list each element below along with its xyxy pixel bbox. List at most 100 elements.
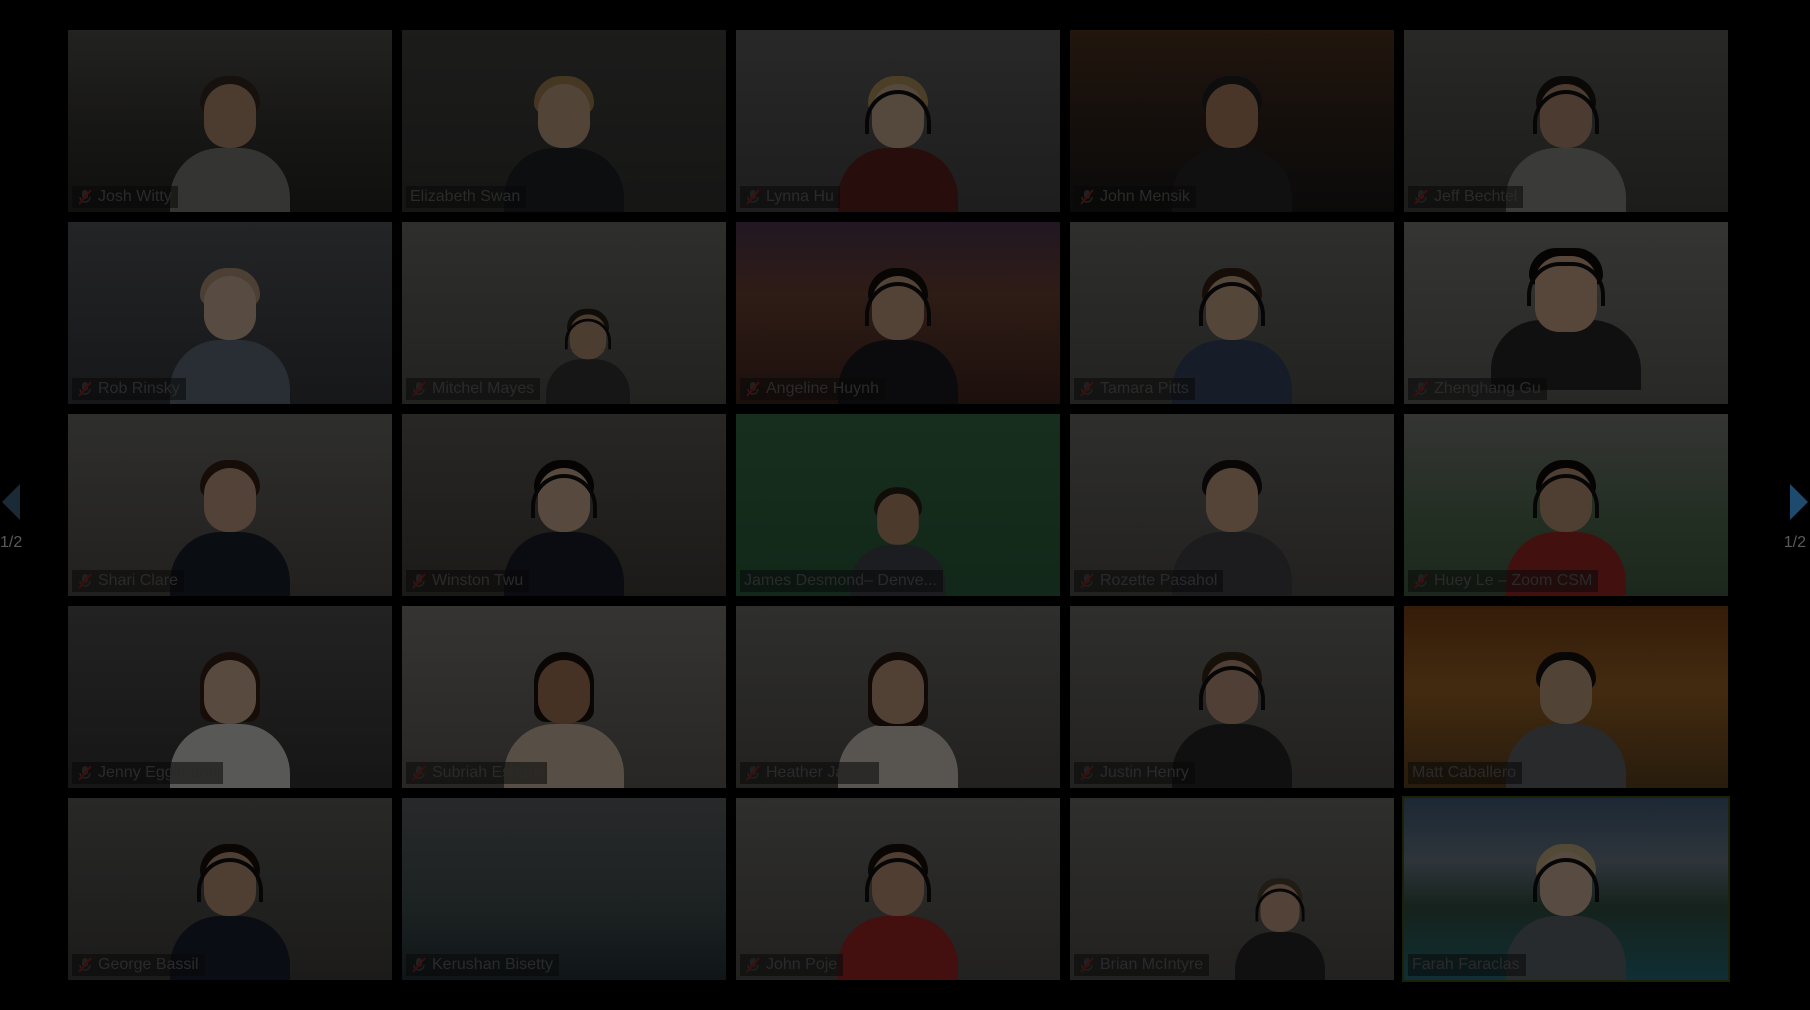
muted-mic-icon [412, 381, 426, 397]
participant-nameplate: Zhenghang Gu [1408, 378, 1547, 400]
participant-nameplate: John Mensik [1074, 186, 1196, 208]
participant-nameplate: Mitchel Mayes [406, 378, 541, 400]
participant-tile[interactable]: Brian McIntyre [1070, 798, 1394, 980]
muted-mic-icon [746, 189, 760, 205]
participant-tile[interactable]: James Desmond– Denve... [736, 414, 1060, 596]
participant-nameplate: Jeff Bechtel [1408, 186, 1524, 208]
participant-video [838, 62, 958, 212]
muted-mic-icon [78, 573, 92, 589]
muted-mic-icon [78, 957, 92, 973]
participant-tile[interactable]: Matt Caballero [1404, 606, 1728, 788]
participant-name: Rozette Pasahol [1100, 572, 1218, 589]
participant-nameplate: Matt Caballero [1408, 762, 1523, 784]
muted-mic-icon [1414, 573, 1428, 589]
participant-nameplate: Winston Twu [406, 570, 530, 592]
participant-nameplate: George Bassil [72, 954, 205, 976]
participant-tile[interactable]: Justin Henry [1070, 606, 1394, 788]
participant-name: Josh Witty [98, 188, 172, 205]
participant-tile[interactable]: Elizabeth Swan [402, 30, 726, 212]
participant-tile[interactable]: Jenny Eggimann [68, 606, 392, 788]
video-gallery-grid: Josh Witty Elizabeth Swan Lynna Hu John … [68, 30, 1730, 982]
participant-nameplate: Brian McIntyre [1074, 954, 1210, 976]
participant-tile[interactable]: Tamara Pitts [1070, 222, 1394, 404]
page-indicator-right: 1/2 [1783, 534, 1806, 551]
participant-nameplate: Shari Clare [72, 570, 185, 592]
participant-tile[interactable]: Kerushan Bisetty [402, 798, 726, 980]
participant-nameplate: Elizabeth Swan [406, 186, 527, 208]
participant-nameplate: Farah Faraclas [1408, 954, 1526, 976]
participant-nameplate: Huey Le – Zoom CSM [1408, 570, 1599, 592]
participant-tile[interactable]: Rob Rinsky [68, 222, 392, 404]
participant-nameplate: Rob Rinsky [72, 378, 186, 400]
muted-mic-icon [1080, 765, 1094, 781]
participant-nameplate: Rozette Pasahol [1074, 570, 1224, 592]
participant-tile-active-speaker[interactable]: Farah Faraclas [1402, 796, 1730, 982]
participant-name: Mitchel Mayes [432, 380, 535, 397]
muted-mic-icon [78, 765, 92, 781]
muted-mic-icon [1080, 189, 1094, 205]
participant-tile[interactable]: Subriah Esharc [402, 606, 726, 788]
participant-name: Tamara Pitts [1100, 380, 1189, 397]
participant-nameplate: Tamara Pitts [1074, 378, 1195, 400]
participant-nameplate: Angeline Huynh [740, 378, 885, 400]
participant-video [1506, 62, 1626, 212]
participant-nameplate: Heather Jarrett [740, 762, 879, 784]
participant-tile[interactable]: Josh Witty [68, 30, 392, 212]
participant-tile[interactable]: John Poje [736, 798, 1060, 980]
muted-mic-icon [746, 765, 760, 781]
participant-video [546, 299, 630, 404]
muted-mic-icon [78, 381, 92, 397]
participant-name: Lynna Hu [766, 188, 834, 205]
participant-tile[interactable]: Shari Clare [68, 414, 392, 596]
participant-name: Angeline Huynh [766, 380, 879, 397]
participant-nameplate: Josh Witty [72, 186, 178, 208]
participant-tile[interactable]: Mitchel Mayes [402, 222, 726, 404]
participant-video [170, 254, 290, 404]
participant-tile[interactable]: Jeff Bechtel [1404, 30, 1728, 212]
participant-name: George Bassil [98, 956, 199, 973]
participant-name: John Poje [766, 956, 838, 973]
muted-mic-icon [1080, 573, 1094, 589]
participant-video [838, 830, 958, 980]
participant-name: Rob Rinsky [98, 380, 180, 397]
participant-name: Farah Faraclas [1412, 956, 1520, 973]
participant-name: Subriah Esharc [432, 764, 542, 781]
participant-name: Justin Henry [1100, 764, 1189, 781]
participant-name: Heather Jarrett [766, 764, 873, 781]
muted-mic-icon [78, 189, 92, 205]
participant-nameplate: Lynna Hu [740, 186, 840, 208]
participant-name: Huey Le – Zoom CSM [1434, 572, 1593, 589]
participant-name: Kerushan Bisetty [432, 956, 553, 973]
participant-tile[interactable]: Zhenghang Gu [1404, 222, 1728, 404]
muted-mic-icon [412, 573, 426, 589]
participant-name: Jeff Bechtel [1434, 188, 1518, 205]
participant-video [170, 446, 290, 596]
participant-name: Jenny Eggimann [98, 764, 218, 781]
participant-tile[interactable]: Angeline Huynh [736, 222, 1060, 404]
participant-tile[interactable]: George Bassil [68, 798, 392, 980]
participant-name: Elizabeth Swan [410, 188, 521, 205]
arrow-right-icon[interactable] [1788, 480, 1810, 524]
participant-tile[interactable]: Heather Jarrett [736, 606, 1060, 788]
participant-tile[interactable]: Rozette Pasahol [1070, 414, 1394, 596]
participant-tile[interactable]: Huey Le – Zoom CSM [1404, 414, 1728, 596]
muted-mic-icon [1080, 381, 1094, 397]
participant-video [170, 62, 290, 212]
muted-mic-icon [1414, 189, 1428, 205]
participant-name: James Desmond– Denve... [744, 572, 937, 589]
arrow-left-icon[interactable] [0, 480, 22, 524]
muted-mic-icon [1080, 957, 1094, 973]
participant-nameplate: Justin Henry [1074, 762, 1195, 784]
participant-tile[interactable]: Winston Twu [402, 414, 726, 596]
participant-tile[interactable]: Lynna Hu [736, 30, 1060, 212]
participant-nameplate: James Desmond– Denve... [740, 570, 943, 592]
participant-tile[interactable]: John Mensik [1070, 30, 1394, 212]
page-indicator-left: 1/2 [0, 534, 23, 551]
muted-mic-icon [746, 381, 760, 397]
participant-name: Brian McIntyre [1100, 956, 1204, 973]
muted-mic-icon [412, 957, 426, 973]
participant-nameplate: Kerushan Bisetty [406, 954, 559, 976]
participant-video [1506, 638, 1626, 788]
muted-mic-icon [1414, 381, 1428, 397]
participant-video [1235, 868, 1325, 980]
